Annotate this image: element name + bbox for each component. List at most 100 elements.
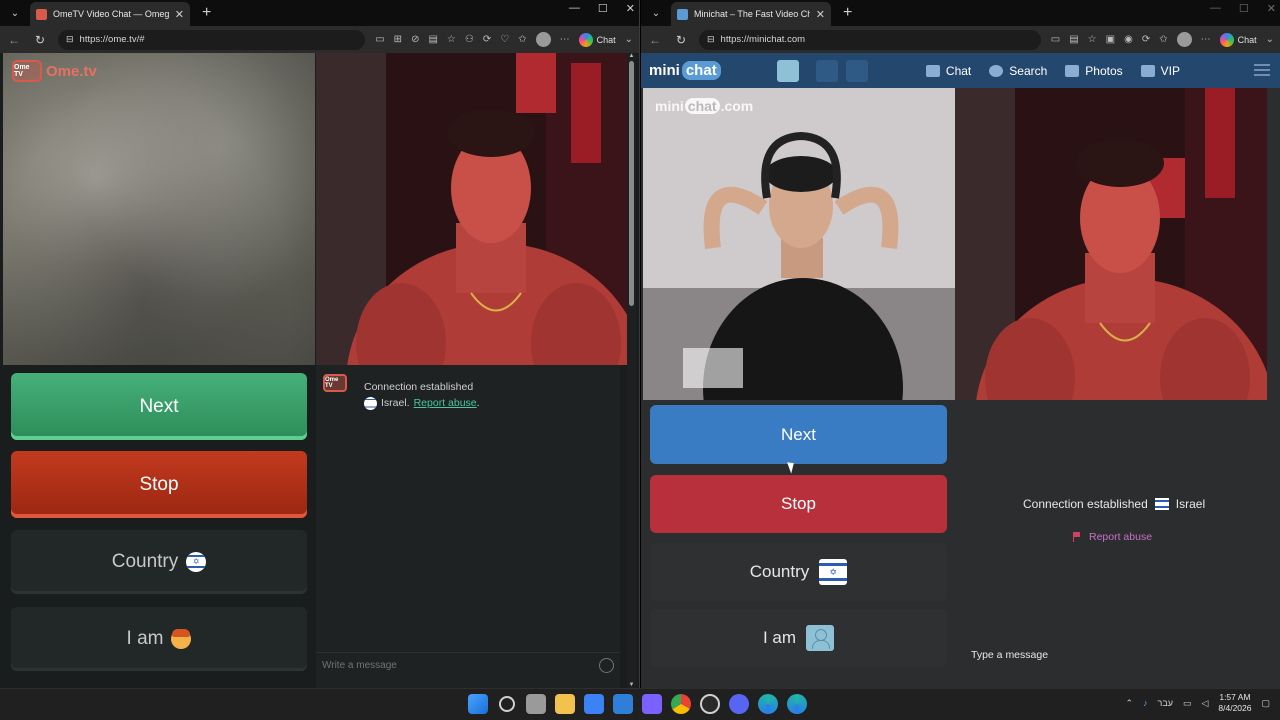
extension-icon[interactable]: ◉: [1124, 34, 1133, 45]
next-button[interactable]: Next: [650, 405, 947, 464]
microphone-icon[interactable]: ♪: [1143, 698, 1148, 708]
lock-icon[interactable]: ▣: [1106, 34, 1115, 45]
country-button[interactable]: Country: [650, 543, 947, 601]
nav-search[interactable]: Search: [989, 64, 1047, 78]
country-button[interactable]: Country: [11, 530, 307, 594]
tab-minichat[interactable]: Minichat – The Fast Video Chat ✕: [671, 2, 831, 26]
new-tab-icon[interactable]: +: [202, 4, 211, 22]
gender-button[interactable]: I am: [11, 607, 307, 671]
chevron-down-icon[interactable]: ⌄: [1266, 34, 1274, 45]
toolbar-icons: ▭ ⊞ ⊘ ▤ ☆ ⚇ ⟳ ♡ ✩ ⋯ Chat ⌄: [375, 32, 633, 47]
teams-icon[interactable]: [642, 694, 662, 714]
chrome-icon[interactable]: [671, 694, 691, 714]
tab-close-icon[interactable]: ✕: [175, 8, 184, 21]
new-tab-icon[interactable]: +: [843, 4, 852, 22]
stop-button[interactable]: Stop: [11, 451, 307, 518]
address-bar: ← ↻ ⊟ https://minichat.com ▭ ▤ ☆ ▣ ◉ ⟳ ✩…: [641, 26, 1280, 53]
more-icon[interactable]: ⋯: [560, 34, 570, 45]
maximize-icon[interactable]: ☐: [598, 2, 608, 15]
search-icon[interactable]: [499, 696, 515, 712]
apps-icon[interactable]: ⊞: [394, 34, 402, 45]
task-view-icon[interactable]: [526, 694, 546, 714]
refresh-icon[interactable]: ↻: [673, 33, 689, 47]
site-info-icon[interactable]: ⊟: [707, 34, 715, 45]
emoji-icon[interactable]: [599, 658, 614, 673]
close-window-icon[interactable]: ✕: [1267, 2, 1276, 15]
reader-icon[interactable]: ▤: [428, 34, 437, 45]
tab-strip: ⌄ Minichat – The Fast Video Chat ✕ + — ☐…: [641, 0, 1280, 26]
minichat-logo[interactable]: mini chat: [649, 61, 721, 80]
report-abuse-link[interactable]: Report abuse: [414, 397, 477, 409]
profile-avatar-icon[interactable]: [535, 32, 551, 47]
message-placeholder: Write a message: [322, 660, 397, 671]
tab-actions-chevron-icon[interactable]: ⌄: [645, 2, 667, 24]
minimize-icon[interactable]: —: [1210, 2, 1221, 15]
gender-button[interactable]: I am: [650, 609, 947, 667]
volume-icon[interactable]: ◁: [1201, 698, 1208, 709]
stop-button[interactable]: Stop: [650, 475, 947, 533]
camera-icon[interactable]: ▭: [375, 34, 384, 45]
camera-icon[interactable]: ▭: [1051, 34, 1060, 45]
copilot-button[interactable]: Chat: [578, 32, 616, 47]
network-icon[interactable]: ▭: [1183, 698, 1192, 709]
favorites-icon[interactable]: ✩: [518, 34, 526, 45]
sync-icon[interactable]: ⟳: [483, 34, 491, 45]
stop-button-label: Stop: [781, 494, 816, 513]
reader-icon[interactable]: ▤: [1069, 34, 1078, 45]
watermark-part-mini: mini: [655, 98, 684, 114]
self-video: [316, 53, 627, 365]
tab-actions-chevron-icon[interactable]: ⌄: [4, 2, 26, 24]
notifications-icon[interactable]: ▢: [1261, 698, 1270, 709]
photos-app-icon[interactable]: [613, 694, 633, 714]
nav-vip[interactable]: VIP: [1140, 64, 1180, 78]
more-icon[interactable]: ⋯: [1201, 34, 1211, 45]
sync-icon[interactable]: ⟳: [1142, 34, 1150, 45]
close-window-icon[interactable]: ✕: [626, 2, 635, 15]
main-nav: Chat Search Photos VIP: [925, 53, 1180, 88]
back-icon[interactable]: ←: [6, 33, 22, 47]
scrollbar-thumb[interactable]: [629, 61, 634, 306]
message-input[interactable]: Type a message: [971, 649, 1048, 661]
language-indicator[interactable]: עבר: [1158, 698, 1173, 708]
url-field[interactable]: ⊟ https://ome.tv/#: [58, 29, 366, 50]
gifts-icon[interactable]: [846, 60, 868, 82]
profile-icon[interactable]: [777, 60, 799, 82]
store-icon[interactable]: [584, 694, 604, 714]
performance-icon[interactable]: ♡: [500, 34, 509, 45]
discord-icon[interactable]: [729, 694, 749, 714]
back-icon[interactable]: ←: [647, 33, 663, 47]
refresh-icon[interactable]: ↻: [32, 33, 48, 47]
steam-icon[interactable]: [700, 694, 720, 714]
favorites-icon[interactable]: ✩: [1159, 34, 1167, 45]
messages-icon[interactable]: [816, 60, 838, 82]
menu-hamburger-icon[interactable]: [1254, 64, 1270, 76]
edge-icon-2[interactable]: [787, 694, 807, 714]
copilot-button[interactable]: Chat: [1219, 32, 1257, 47]
file-explorer-icon[interactable]: [555, 694, 575, 714]
profile-avatar-icon[interactable]: [1176, 32, 1192, 47]
tab-ometv[interactable]: OmeTV Video Chat — Omegle ✕: [30, 2, 190, 26]
stop-button-label: Stop: [139, 473, 179, 495]
favorite-star-icon[interactable]: ☆: [447, 34, 456, 45]
message-input[interactable]: Write a message: [316, 652, 620, 678]
connection-status: Connection established: [364, 381, 474, 393]
chevron-down-icon[interactable]: ⌄: [625, 34, 633, 45]
clock[interactable]: 1:57 AM 8/4/2026: [1218, 692, 1251, 714]
url-field[interactable]: ⊟ https://minichat.com: [699, 29, 1041, 50]
nav-photos[interactable]: Photos: [1065, 64, 1123, 78]
site-info-icon[interactable]: ⊟: [66, 34, 74, 45]
tab-close-icon[interactable]: ✕: [816, 8, 825, 21]
tracking-icon[interactable]: ⊘: [411, 34, 419, 45]
edge-icon[interactable]: [758, 694, 778, 714]
start-icon[interactable]: [468, 694, 488, 714]
maximize-icon[interactable]: ☐: [1239, 2, 1249, 15]
tray-overflow-icon[interactable]: ⌃: [1125, 698, 1133, 709]
scroll-up-icon[interactable]: ▲: [627, 53, 636, 59]
next-button[interactable]: Next: [11, 373, 307, 440]
nav-chat[interactable]: Chat: [925, 64, 971, 78]
report-abuse-link[interactable]: Report abuse: [1073, 531, 1152, 543]
page-scrollbar[interactable]: ▲ ▼: [627, 53, 636, 688]
extension-icon[interactable]: ⚇: [465, 34, 474, 45]
minimize-icon[interactable]: —: [569, 2, 580, 15]
favorite-star-icon[interactable]: ☆: [1088, 34, 1097, 45]
